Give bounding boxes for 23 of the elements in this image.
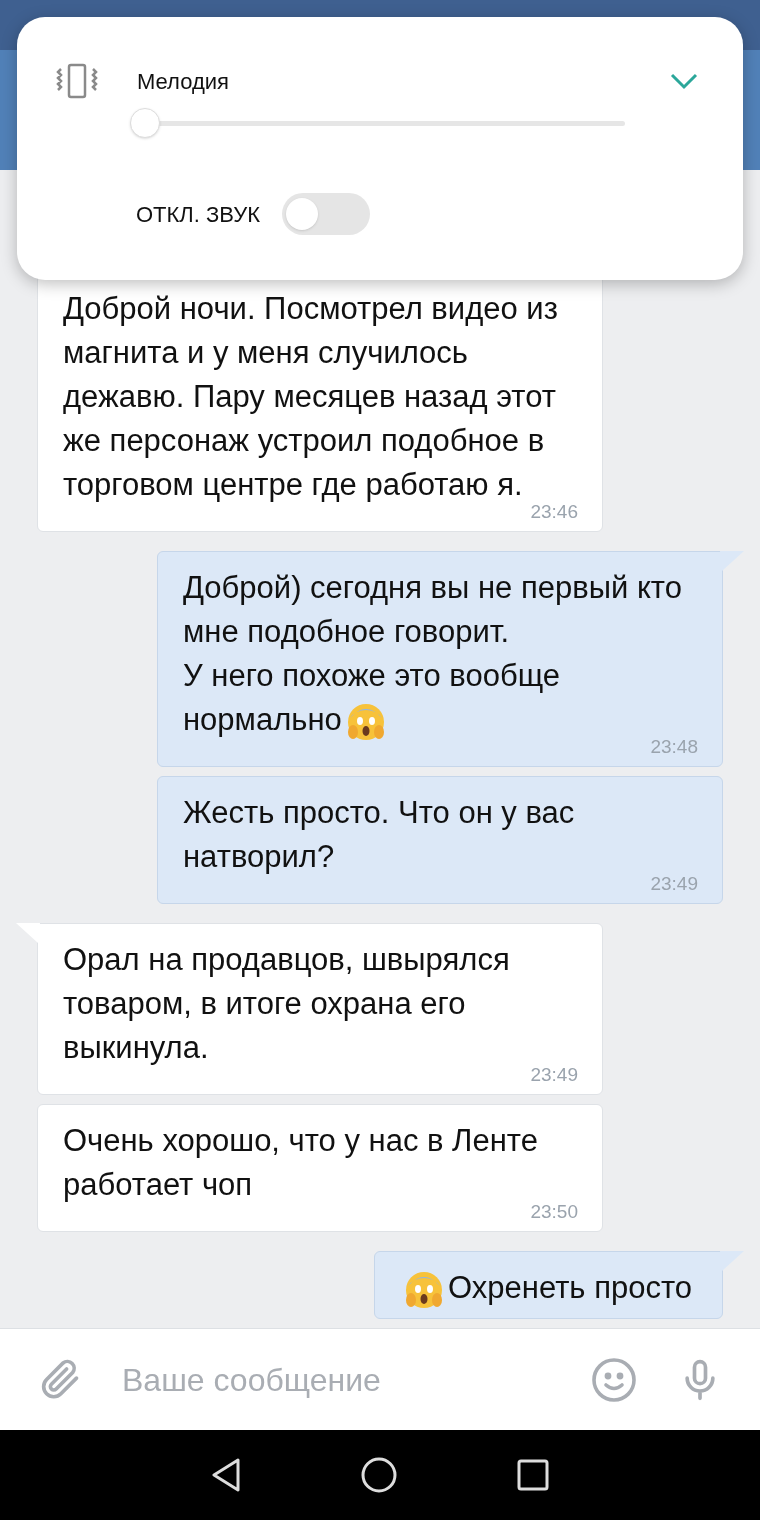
- chevron-icon[interactable]: [669, 71, 699, 91]
- home-icon[interactable]: [361, 1457, 397, 1493]
- recents-icon[interactable]: [517, 1459, 549, 1491]
- slider-thumb[interactable]: [130, 108, 160, 138]
- vibrate-icon[interactable]: [55, 63, 99, 99]
- message-text: Доброй ночи. Посмотрел видео из магнита и у меня случилось дежавю. Пару месяцев назад этот же персонаж устроил подобное в торговом центре где работаю я.: [63, 291, 558, 502]
- message-time: 23:46: [530, 501, 578, 523]
- message-text: Охренеть просто: [448, 1270, 692, 1305]
- message-text: Доброй) сегодня вы не первый кто мне подобное говорит. У него похоже это вообще нормально: [183, 570, 682, 737]
- message-time: 23:50: [530, 1201, 578, 1223]
- smiley-icon[interactable]: [590, 1355, 638, 1404]
- volume-slider[interactable]: [130, 107, 625, 139]
- mute-label: ОТКЛ. ЗВУК: [136, 200, 261, 229]
- message-time: 23:48: [650, 736, 698, 758]
- back-icon[interactable]: [211, 1458, 241, 1492]
- message-input[interactable]: Ваше сообщение: [122, 1355, 550, 1404]
- mute-toggle[interactable]: [282, 193, 371, 235]
- message-time: 23:49: [650, 873, 698, 895]
- message-text: Орал на продавцов, швырялся товаром, в итоге охрана его выкинула.: [63, 942, 510, 1065]
- message-time: 23:49: [530, 1064, 578, 1086]
- popup-title: Мелодия: [137, 67, 230, 96]
- message-text: Очень хорошо, что у нас в Ленте работает чоп: [63, 1123, 538, 1202]
- message-text: Жесть просто. Что он у вас натворил?: [183, 795, 575, 874]
